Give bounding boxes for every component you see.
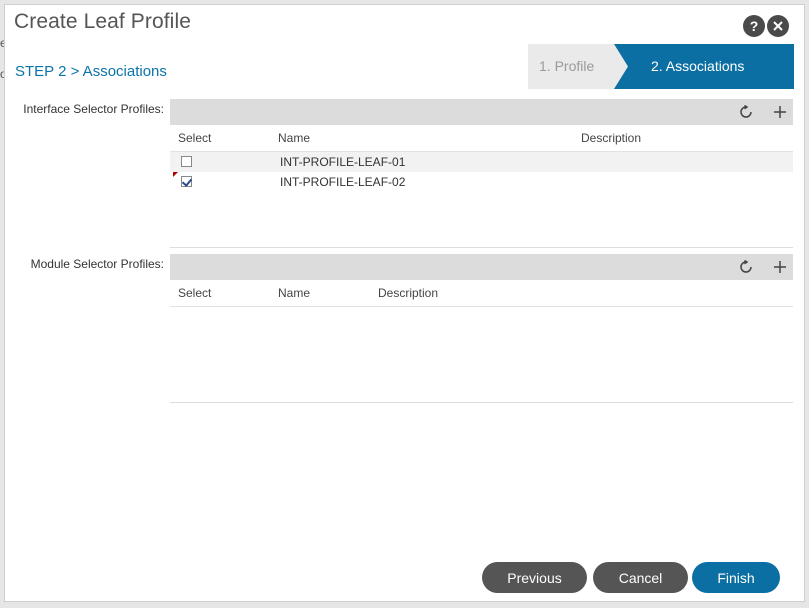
column-description[interactable]: Description (581, 131, 641, 145)
refresh-glyph (740, 105, 752, 118)
modified-marker (173, 172, 178, 177)
close-icon[interactable] (767, 15, 789, 37)
row-checkbox[interactable] (181, 176, 192, 187)
previous-button[interactable]: Previous (482, 562, 587, 593)
module-selector-header: Select Name Description (170, 280, 793, 307)
module-selector-bottom-border (170, 402, 793, 403)
row-name: INT-PROFILE-LEAF-02 (280, 175, 406, 189)
interface-selector-header: Select Name Description (170, 125, 793, 152)
finish-button[interactable]: Finish (692, 562, 780, 593)
create-leaf-profile-dialog: Create Leaf Profile ? STEP 2 > Associati… (4, 4, 805, 602)
row-name: INT-PROFILE-LEAF-01 (280, 155, 406, 169)
column-description[interactable]: Description (378, 286, 438, 300)
column-select[interactable]: Select (178, 131, 211, 145)
dialog-title: Create Leaf Profile (14, 10, 191, 33)
column-name[interactable]: Name (278, 131, 310, 145)
add-icon[interactable] (770, 102, 790, 122)
interface-selector-bottom-border (170, 247, 793, 248)
table-row[interactable]: INT-PROFILE-LEAF-02 (170, 172, 793, 192)
interface-selector-toolbar (170, 99, 793, 125)
column-select[interactable]: Select (178, 286, 211, 300)
module-selector-label: Module Selector Profiles: (30, 257, 164, 271)
add-icon[interactable] (770, 257, 790, 277)
interface-selector-table: Select Name Description INT-PROFILE-LEAF… (170, 99, 793, 192)
wizard-steps: 1. Profile 2. Associations (528, 44, 794, 89)
table-row[interactable]: INT-PROFILE-LEAF-01 (170, 152, 793, 172)
wizard-step-associations[interactable]: 2. Associations (614, 44, 794, 89)
row-checkbox[interactable] (181, 156, 192, 167)
refresh-icon[interactable] (736, 257, 756, 277)
refresh-glyph (740, 260, 752, 273)
plus-glyph (774, 106, 786, 118)
module-selector-table: Select Name Description (170, 254, 793, 307)
plus-glyph (774, 261, 786, 273)
module-selector-toolbar (170, 254, 793, 280)
column-name[interactable]: Name (278, 286, 310, 300)
interface-selector-label: Interface Selector Profiles: (23, 102, 164, 116)
step-label: STEP 2 > Associations (15, 63, 167, 80)
refresh-icon[interactable] (736, 102, 756, 122)
close-x-glyph (773, 21, 783, 31)
help-icon[interactable]: ? (743, 15, 765, 37)
cancel-button[interactable]: Cancel (593, 562, 688, 593)
